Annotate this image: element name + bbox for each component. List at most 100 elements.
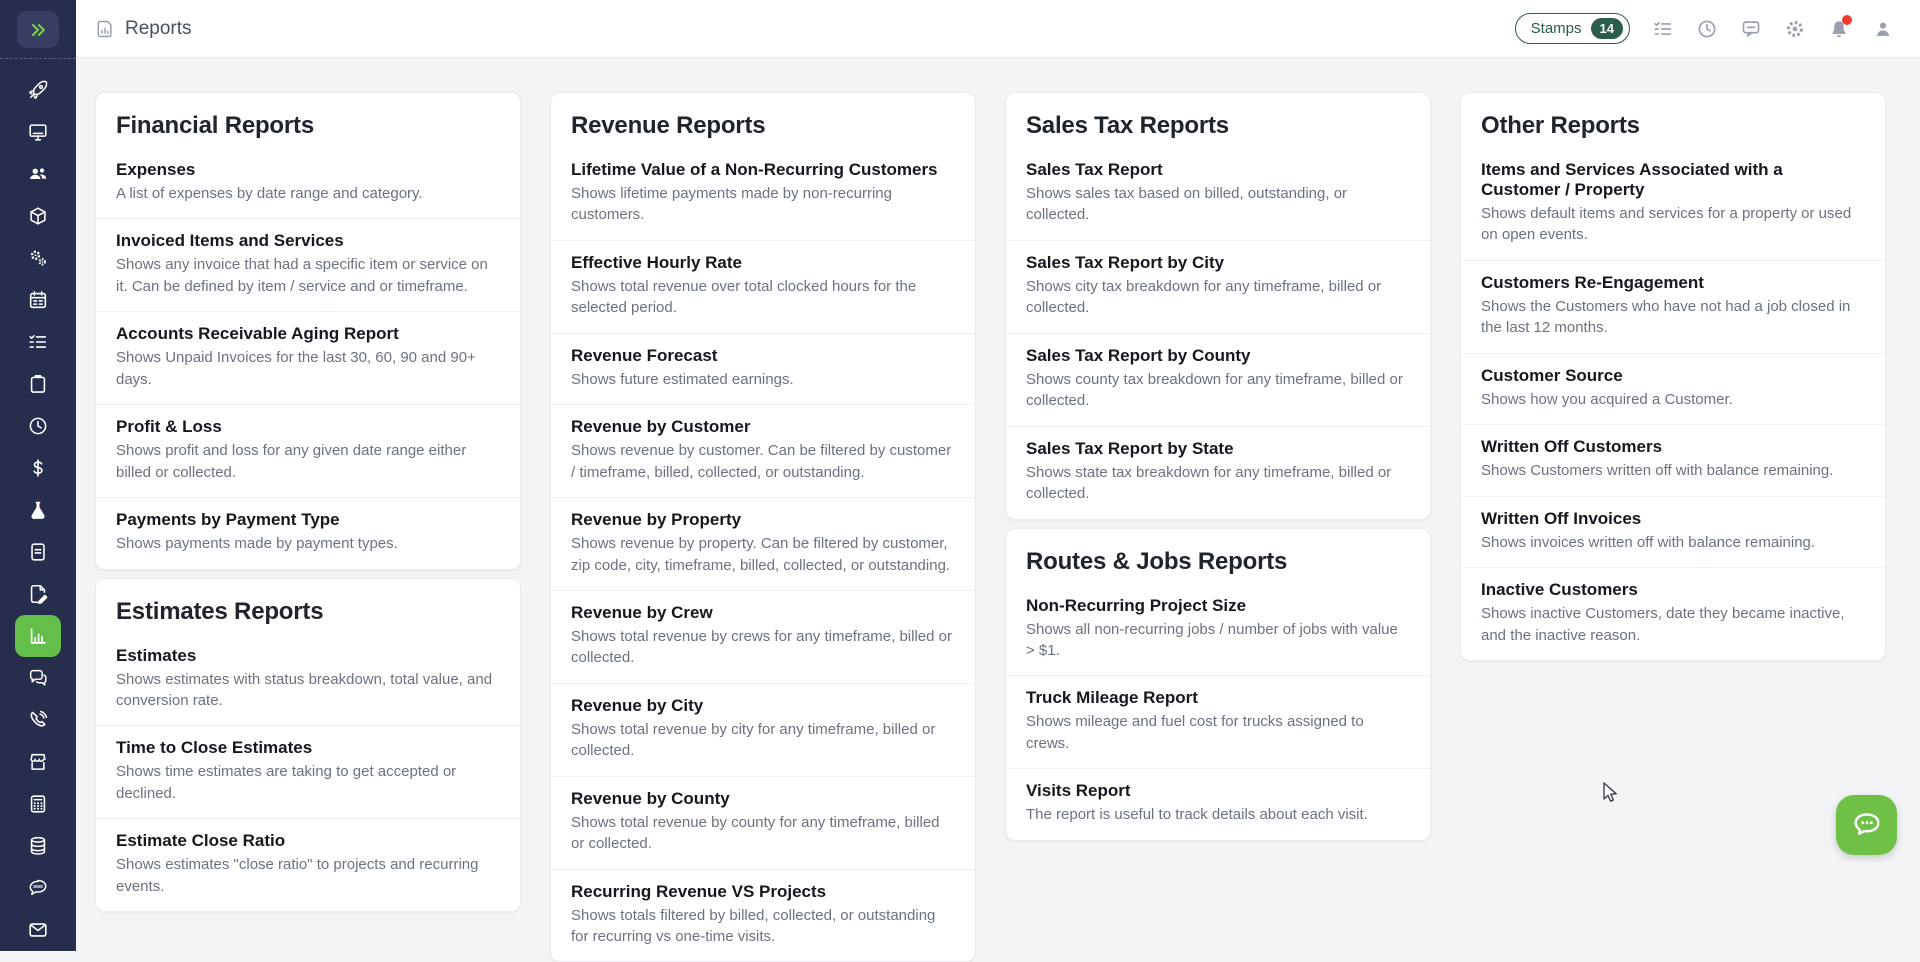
clock-icon [27,415,49,437]
feedback-button[interactable] [1740,18,1762,40]
report-title: Sales Tax Report by City [1026,253,1410,273]
sidebar-item-monitor[interactable] [15,111,61,153]
report-profit-loss[interactable]: Profit & Loss Shows profit and loss for … [96,404,520,497]
tasks-checklist-icon [1652,18,1674,40]
report-desc: A list of expenses by date range and cat… [116,183,500,204]
profile-button[interactable] [1872,18,1894,40]
report-sales-tax-by-county[interactable]: Sales Tax Report by County Shows county … [1006,333,1430,426]
sidebar-item-chats[interactable] [15,657,61,699]
report-customer-source[interactable]: Customer Source Shows how you acquired a… [1461,353,1885,424]
report-effective-hourly-rate[interactable]: Effective Hourly Rate Shows total revenu… [551,240,975,333]
history-button[interactable] [1696,18,1718,40]
report-desc: Shows future estimated earnings. [571,369,955,390]
report-revenue-forecast[interactable]: Revenue Forecast Shows future estimated … [551,333,975,404]
report-desc: Shows inactive Customers, date they beca… [1481,603,1865,646]
sidebar-item-calendar[interactable] [15,279,61,321]
notifications-button[interactable] [1828,18,1850,40]
live-chat-button[interactable] [1836,795,1897,855]
report-title: Truck Mileage Report [1026,688,1410,708]
sidebar-item-storefront[interactable] [15,741,61,783]
sidebar-item-phone[interactable] [15,699,61,741]
sidebar-item-clipboard[interactable] [15,363,61,405]
report-desc: Shows payments made by payment types. [116,533,500,554]
sidebar-nav: SMS [15,59,61,951]
clipboard-icon [27,373,49,395]
sidebar-item-team[interactable] [15,153,61,195]
report-title: Items and Services Associated with a Cus… [1481,160,1865,200]
sidebar-item-clock[interactable] [15,405,61,447]
sidebar-item-checklist[interactable] [15,321,61,363]
report-expenses[interactable]: Expenses A list of expenses by date rang… [96,148,520,218]
card-title-financial: Financial Reports [96,93,520,148]
card-title-routes-jobs: Routes & Jobs Reports [1006,529,1430,584]
stamps-count: 14 [1591,18,1623,40]
phone-call-icon [27,709,49,731]
report-title: Revenue Forecast [571,346,955,366]
report-title: Effective Hourly Rate [571,253,955,273]
report-sales-tax-by-state[interactable]: Sales Tax Report by State Shows state ta… [1006,426,1430,519]
sidebar-item-reports[interactable] [15,615,61,657]
report-revenue-by-property[interactable]: Revenue by Property Shows revenue by pro… [551,497,975,590]
stamps-badge[interactable]: Stamps 14 [1515,13,1630,45]
header-title-group: Reports [95,18,192,40]
report-revenue-by-county[interactable]: Revenue by County Shows total revenue by… [551,776,975,869]
sidebar-item-sms[interactable]: SMS [15,867,61,909]
settings-button[interactable] [1784,18,1806,40]
report-desc: Shows total revenue over total clocked h… [571,276,955,319]
report-title: Revenue by Crew [571,603,955,623]
report-estimates[interactable]: Estimates Shows estimates with status br… [96,634,520,726]
team-icon [27,163,49,185]
report-desc: Shows time estimates are taking to get a… [116,761,500,804]
sidebar-item-flask[interactable] [15,489,61,531]
report-visits[interactable]: Visits Report The report is useful to tr… [1006,768,1430,839]
sidebar-item-rocket[interactable] [15,69,61,111]
report-written-off-invoices[interactable]: Written Off Invoices Shows invoices writ… [1461,496,1885,567]
report-revenue-by-city[interactable]: Revenue by City Shows total revenue by c… [551,683,975,776]
report-invoiced-items-services[interactable]: Invoiced Items and Services Shows any in… [96,218,520,311]
column-1: Financial Reports Expenses A list of exp… [95,92,521,912]
report-title: Customer Source [1481,366,1865,386]
sidebar-item-envelope[interactable] [15,909,61,951]
report-recurring-vs-projects[interactable]: Recurring Revenue VS Projects Shows tota… [551,869,975,962]
sidebar-item-document[interactable] [15,531,61,573]
sidebar-item-package[interactable] [15,195,61,237]
rocket-icon [27,79,49,101]
sidebar-item-calculator[interactable] [15,783,61,825]
report-desc: Shows any invoice that had a specific it… [116,254,500,297]
report-revenue-by-customer[interactable]: Revenue by Customer Shows revenue by cus… [551,404,975,497]
sms-icon: SMS [27,877,49,899]
storefront-icon [27,751,49,773]
report-title: Accounts Receivable Aging Report [116,324,500,344]
report-items-services-customer-property[interactable]: Items and Services Associated with a Cus… [1461,148,1885,260]
report-non-recurring-project-size[interactable]: Non-Recurring Project Size Shows all non… [1006,584,1430,676]
report-title: Written Off Customers [1481,437,1865,457]
header-actions: Stamps 14 [1515,13,1894,45]
report-customers-re-engagement[interactable]: Customers Re-Engagement Shows the Custom… [1461,260,1885,353]
sidebar-item-contract-edit[interactable] [15,573,61,615]
column-2: Revenue Reports Lifetime Value of a Non-… [550,92,976,962]
report-written-off-customers[interactable]: Written Off Customers Shows Customers wr… [1461,424,1885,495]
report-payments-by-type[interactable]: Payments by Payment Type Shows payments … [96,497,520,568]
report-time-to-close[interactable]: Time to Close Estimates Shows time estim… [96,725,520,818]
report-inactive-customers[interactable]: Inactive Customers Shows inactive Custom… [1461,567,1885,660]
sidebar-expand-button[interactable] [17,11,59,48]
report-ar-aging[interactable]: Accounts Receivable Aging Report Shows U… [96,311,520,404]
top-header: Reports Stamps 14 [76,0,1920,58]
report-title: Sales Tax Report by County [1026,346,1410,366]
report-title: Written Off Invoices [1481,509,1865,529]
sidebar-item-database[interactable] [15,825,61,867]
report-revenue-by-crew[interactable]: Revenue by Crew Shows total revenue by c… [551,590,975,683]
report-sales-tax-by-city[interactable]: Sales Tax Report by City Shows city tax … [1006,240,1430,333]
report-estimate-close-ratio[interactable]: Estimate Close Ratio Shows estimates "cl… [96,818,520,911]
report-lifetime-value[interactable]: Lifetime Value of a Non-Recurring Custom… [551,148,975,240]
report-truck-mileage[interactable]: Truck Mileage Report Shows mileage and f… [1006,675,1430,768]
tasks-button[interactable] [1652,18,1674,40]
notification-dot [1842,15,1852,25]
report-desc: Shows Customers written off with balance… [1481,460,1865,481]
report-sales-tax[interactable]: Sales Tax Report Shows sales tax based o… [1006,148,1430,240]
sidebar-item-gears[interactable] [15,237,61,279]
sidebar-item-dollar[interactable] [15,447,61,489]
estimates-reports-card: Estimates Reports Estimates Shows estima… [95,578,521,913]
report-desc: The report is useful to track details ab… [1026,804,1410,825]
report-desc: Shows total revenue by county for any ti… [571,812,955,855]
